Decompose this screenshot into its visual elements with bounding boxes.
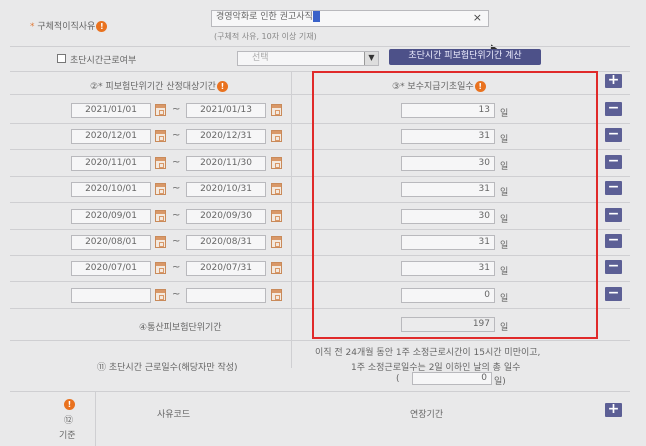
reason-code-header: 사유코드	[157, 410, 191, 420]
range-separator: ~	[172, 157, 181, 168]
period-end-input[interactable]	[186, 288, 266, 303]
period-end-input[interactable]: 2020/08/31	[186, 235, 266, 250]
remove-row-button[interactable]: −	[605, 233, 622, 248]
reason-hint: (구체적 사유, 10자 이상 기재)	[214, 32, 317, 41]
remove-row-button[interactable]: −	[605, 101, 622, 116]
short-days-paren-open: (	[396, 374, 400, 384]
divider	[10, 340, 630, 341]
calendar-icon[interactable]	[155, 236, 166, 248]
short-time-select[interactable]: 선택 ▼	[237, 51, 379, 66]
total-label: ④통산피보험단위기간	[139, 323, 222, 333]
short-days-desc1: 이직 전 24개월 동안 1주 소정근로시간이 15시간 미만이고,	[315, 348, 541, 358]
calendar-icon[interactable]	[271, 130, 282, 142]
range-separator: ~	[172, 262, 181, 273]
calendar-icon[interactable]	[155, 104, 166, 116]
period-end-input[interactable]: 2021/01/13	[186, 103, 266, 118]
calendar-icon[interactable]	[155, 130, 166, 142]
clear-icon[interactable]: ×	[473, 11, 482, 24]
calendar-icon[interactable]	[271, 236, 282, 248]
extension-period-header: 연장기간	[410, 410, 444, 420]
remove-row-button[interactable]: −	[605, 286, 622, 301]
warning-icon: !	[96, 21, 108, 32]
range-separator: ~	[172, 104, 181, 115]
range-separator: ~	[172, 289, 181, 300]
text-cursor	[312, 11, 320, 22]
add-row-button[interactable]: +	[605, 73, 622, 88]
calendar-icon[interactable]	[155, 289, 166, 301]
short-days-paren-close: 일)	[494, 377, 506, 387]
divider	[291, 71, 292, 368]
period-header: ②* 피보험단위기간 산정대상기간!	[90, 79, 228, 92]
short-time-checkbox[interactable]	[57, 54, 66, 63]
period-start-input[interactable]: 2020/08/01	[71, 235, 151, 250]
period-end-input[interactable]: 2020/10/31	[186, 182, 266, 197]
add-criteria-button[interactable]: +	[605, 402, 622, 417]
warning-icon: !	[216, 81, 228, 92]
period-start-input[interactable]: 2020/10/01	[71, 182, 151, 197]
criteria-label: 기준	[59, 431, 76, 441]
period-start-input[interactable]: 2020/11/01	[71, 156, 151, 171]
criteria-num: ⑫	[64, 416, 74, 426]
short-days-label: ⑪ 초단시간 근로일수(해당자만 작성)	[97, 363, 238, 373]
calendar-icon[interactable]	[271, 289, 282, 301]
remove-row-button[interactable]: −	[605, 154, 622, 169]
period-end-input[interactable]: 2020/07/31	[186, 261, 266, 276]
remove-row-button[interactable]: −	[605, 207, 622, 222]
calendar-icon[interactable]	[155, 157, 166, 169]
calendar-icon[interactable]	[271, 183, 282, 195]
divider	[10, 391, 630, 392]
calendar-icon[interactable]	[271, 262, 282, 274]
calendar-icon[interactable]	[271, 157, 282, 169]
short-days-field[interactable]: 0	[412, 372, 492, 385]
period-start-input[interactable]	[71, 288, 151, 303]
period-start-input[interactable]: 2020/12/01	[71, 129, 151, 144]
warning-icon: !	[64, 399, 75, 410]
highlight-box	[312, 71, 598, 339]
divider	[10, 46, 630, 47]
remove-row-button[interactable]: −	[605, 127, 622, 142]
period-start-input[interactable]: 2021/01/01	[71, 103, 151, 118]
reason-input[interactable]: 경영악화로 인한 권고사직 ×	[211, 10, 489, 27]
calendar-icon[interactable]	[155, 262, 166, 274]
calc-button[interactable]: 초단시간 피보험단위기간 계산	[389, 49, 541, 65]
chevron-down-icon: ▼	[364, 52, 378, 65]
range-separator: ~	[172, 236, 181, 247]
range-separator: ~	[172, 210, 181, 221]
calendar-icon[interactable]	[155, 183, 166, 195]
range-separator: ~	[172, 183, 181, 194]
divider	[95, 391, 96, 446]
remove-row-button[interactable]: −	[605, 259, 622, 274]
calendar-icon[interactable]	[271, 104, 282, 116]
period-start-input[interactable]: 2020/07/01	[71, 261, 151, 276]
calendar-icon[interactable]	[155, 210, 166, 222]
short-time-label: 초단시간근로여부	[70, 56, 137, 66]
period-end-input[interactable]: 2020/09/30	[186, 209, 266, 224]
range-separator: ~	[172, 130, 181, 141]
period-end-input[interactable]: 2020/12/31	[186, 129, 266, 144]
remove-row-button[interactable]: −	[605, 180, 622, 195]
period-start-input[interactable]: 2020/09/01	[71, 209, 151, 224]
calendar-icon[interactable]	[271, 210, 282, 222]
reason-label: * 구체적이직사유!	[30, 19, 108, 32]
period-end-input[interactable]: 2020/11/30	[186, 156, 266, 171]
